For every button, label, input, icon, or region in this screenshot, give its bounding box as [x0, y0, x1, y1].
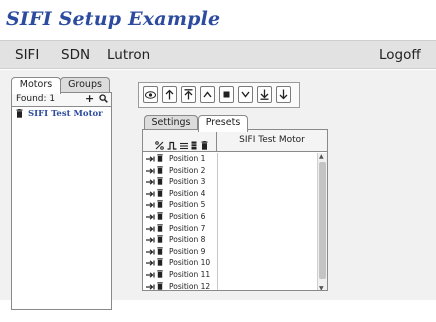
position-label: Position 9: [169, 246, 206, 256]
table-row[interactable]: Position 4: [143, 188, 317, 200]
table-row[interactable]: Position 3: [143, 176, 317, 188]
trash-icon[interactable]: [16, 109, 23, 121]
go-to-position-icon[interactable]: [146, 201, 155, 210]
tab-groups[interactable]: Groups: [60, 77, 110, 93]
chevron-down-icon[interactable]: [238, 86, 253, 103]
found-count: Found: 1: [16, 94, 56, 104]
chevron-up-icon[interactable]: [200, 86, 215, 103]
trash-icon[interactable]: [157, 177, 163, 187]
go-to-position-icon[interactable]: [146, 178, 155, 187]
vertical-scrollbar[interactable]: ▲ ▼: [317, 153, 327, 290]
position-label: Position 4: [169, 188, 206, 198]
trash-icon[interactable]: [157, 165, 163, 176]
trash-icon[interactable]: [157, 235, 163, 245]
scroll-down-icon[interactable]: ▼: [319, 285, 324, 290]
position-label: Position 7: [169, 223, 206, 233]
trash-icon[interactable]: [157, 281, 163, 290]
go-to-position-icon[interactable]: [146, 190, 155, 199]
arrow-down-icon[interactable]: [276, 86, 291, 103]
position-label: Position 8: [169, 235, 206, 245]
arrow-up-icon[interactable]: [162, 86, 177, 103]
position-label: Position 11: [169, 269, 211, 279]
trash-icon[interactable]: [201, 135, 208, 154]
list-item[interactable]: SIFI Test Motor: [12, 107, 111, 120]
go-to-position-icon[interactable]: [146, 225, 155, 234]
list-icon[interactable]: [180, 135, 188, 154]
trash-icon[interactable]: [157, 154, 163, 164]
logoff-link[interactable]: Logoff: [379, 47, 421, 63]
column-icon[interactable]: [191, 135, 197, 154]
trash-icon[interactable]: [157, 223, 163, 234]
scroll-up-icon[interactable]: ▲: [319, 153, 324, 160]
scroll-thumb[interactable]: [319, 162, 326, 279]
header-icons: [143, 130, 217, 151]
tab-motors[interactable]: Motors: [11, 77, 61, 94]
position-label: Position 2: [169, 165, 206, 175]
position-label: Position 6: [169, 211, 206, 221]
eye-icon[interactable]: [143, 86, 158, 103]
presets-panel: SIFI Test Motor Position 1 Position 2 Po…: [142, 129, 328, 291]
wave-icon[interactable]: [167, 135, 177, 154]
add-motor-button[interactable]: +: [85, 92, 94, 105]
table-row[interactable]: Position 1: [143, 153, 317, 165]
motor-column-header: SIFI Test Motor: [239, 135, 305, 145]
go-to-position-icon[interactable]: [146, 213, 155, 222]
trash-icon[interactable]: [157, 189, 163, 199]
search-icon[interactable]: [99, 94, 108, 106]
table-row[interactable]: Position 10: [143, 257, 317, 269]
arrow-down-to-bottom-icon[interactable]: [257, 86, 272, 103]
trash-icon[interactable]: [157, 212, 163, 222]
stop-icon[interactable]: [219, 86, 234, 103]
presets-header: SIFI Test Motor: [143, 130, 327, 152]
navbar: SIFI SDN Lutron Logoff: [0, 40, 436, 69]
tab-presets[interactable]: Presets: [198, 115, 248, 132]
arrow-up-to-top-icon[interactable]: [181, 86, 196, 103]
go-to-position-icon[interactable]: [146, 283, 155, 290]
go-to-position-icon[interactable]: [146, 248, 155, 257]
motor-name: SIFI Test Motor: [28, 109, 103, 119]
go-to-position-icon[interactable]: [146, 259, 155, 268]
table-row[interactable]: Position 9: [143, 246, 317, 258]
position-label: Position 10: [169, 258, 211, 268]
position-label: Position 12: [169, 281, 211, 291]
trash-icon[interactable]: [157, 270, 163, 280]
go-to-position-icon[interactable]: [146, 236, 155, 245]
table-row[interactable]: Position 8: [143, 234, 317, 246]
trash-icon[interactable]: [157, 247, 163, 257]
table-row[interactable]: Position 5: [143, 199, 317, 211]
motor-list-panel: Found: 1 + SIFI Test Motor: [11, 92, 112, 310]
trash-icon[interactable]: [157, 200, 163, 210]
table-row[interactable]: Position 7: [143, 223, 317, 235]
scissors-icon[interactable]: [155, 135, 164, 154]
page-title: SIFI Setup Example: [6, 8, 221, 30]
go-to-position-icon[interactable]: [146, 155, 155, 164]
position-label: Position 5: [169, 200, 206, 210]
trash-icon[interactable]: [157, 258, 163, 268]
position-label: Position 1: [169, 154, 206, 163]
go-to-position-icon[interactable]: [146, 167, 155, 176]
table-row[interactable]: Position 11: [143, 269, 317, 281]
nav-item-sdn[interactable]: SDN: [61, 47, 90, 63]
table-row[interactable]: Position 6: [143, 211, 317, 223]
motor-control-toolbar: [138, 82, 300, 108]
nav-item-sifi[interactable]: SIFI: [15, 47, 39, 63]
position-rows: Position 1 Position 2 Position 3 Positio…: [143, 153, 317, 291]
go-to-position-icon[interactable]: [146, 271, 155, 280]
position-label: Position 3: [169, 177, 206, 187]
nav-item-lutron[interactable]: Lutron: [107, 47, 150, 63]
table-row[interactable]: Position 2: [143, 165, 317, 177]
table-row[interactable]: Position 12: [143, 281, 317, 291]
main-content: Motors Groups Found: 1 + SIFI Test Motor: [0, 70, 436, 310]
found-bar: Found: 1 +: [12, 92, 111, 107]
